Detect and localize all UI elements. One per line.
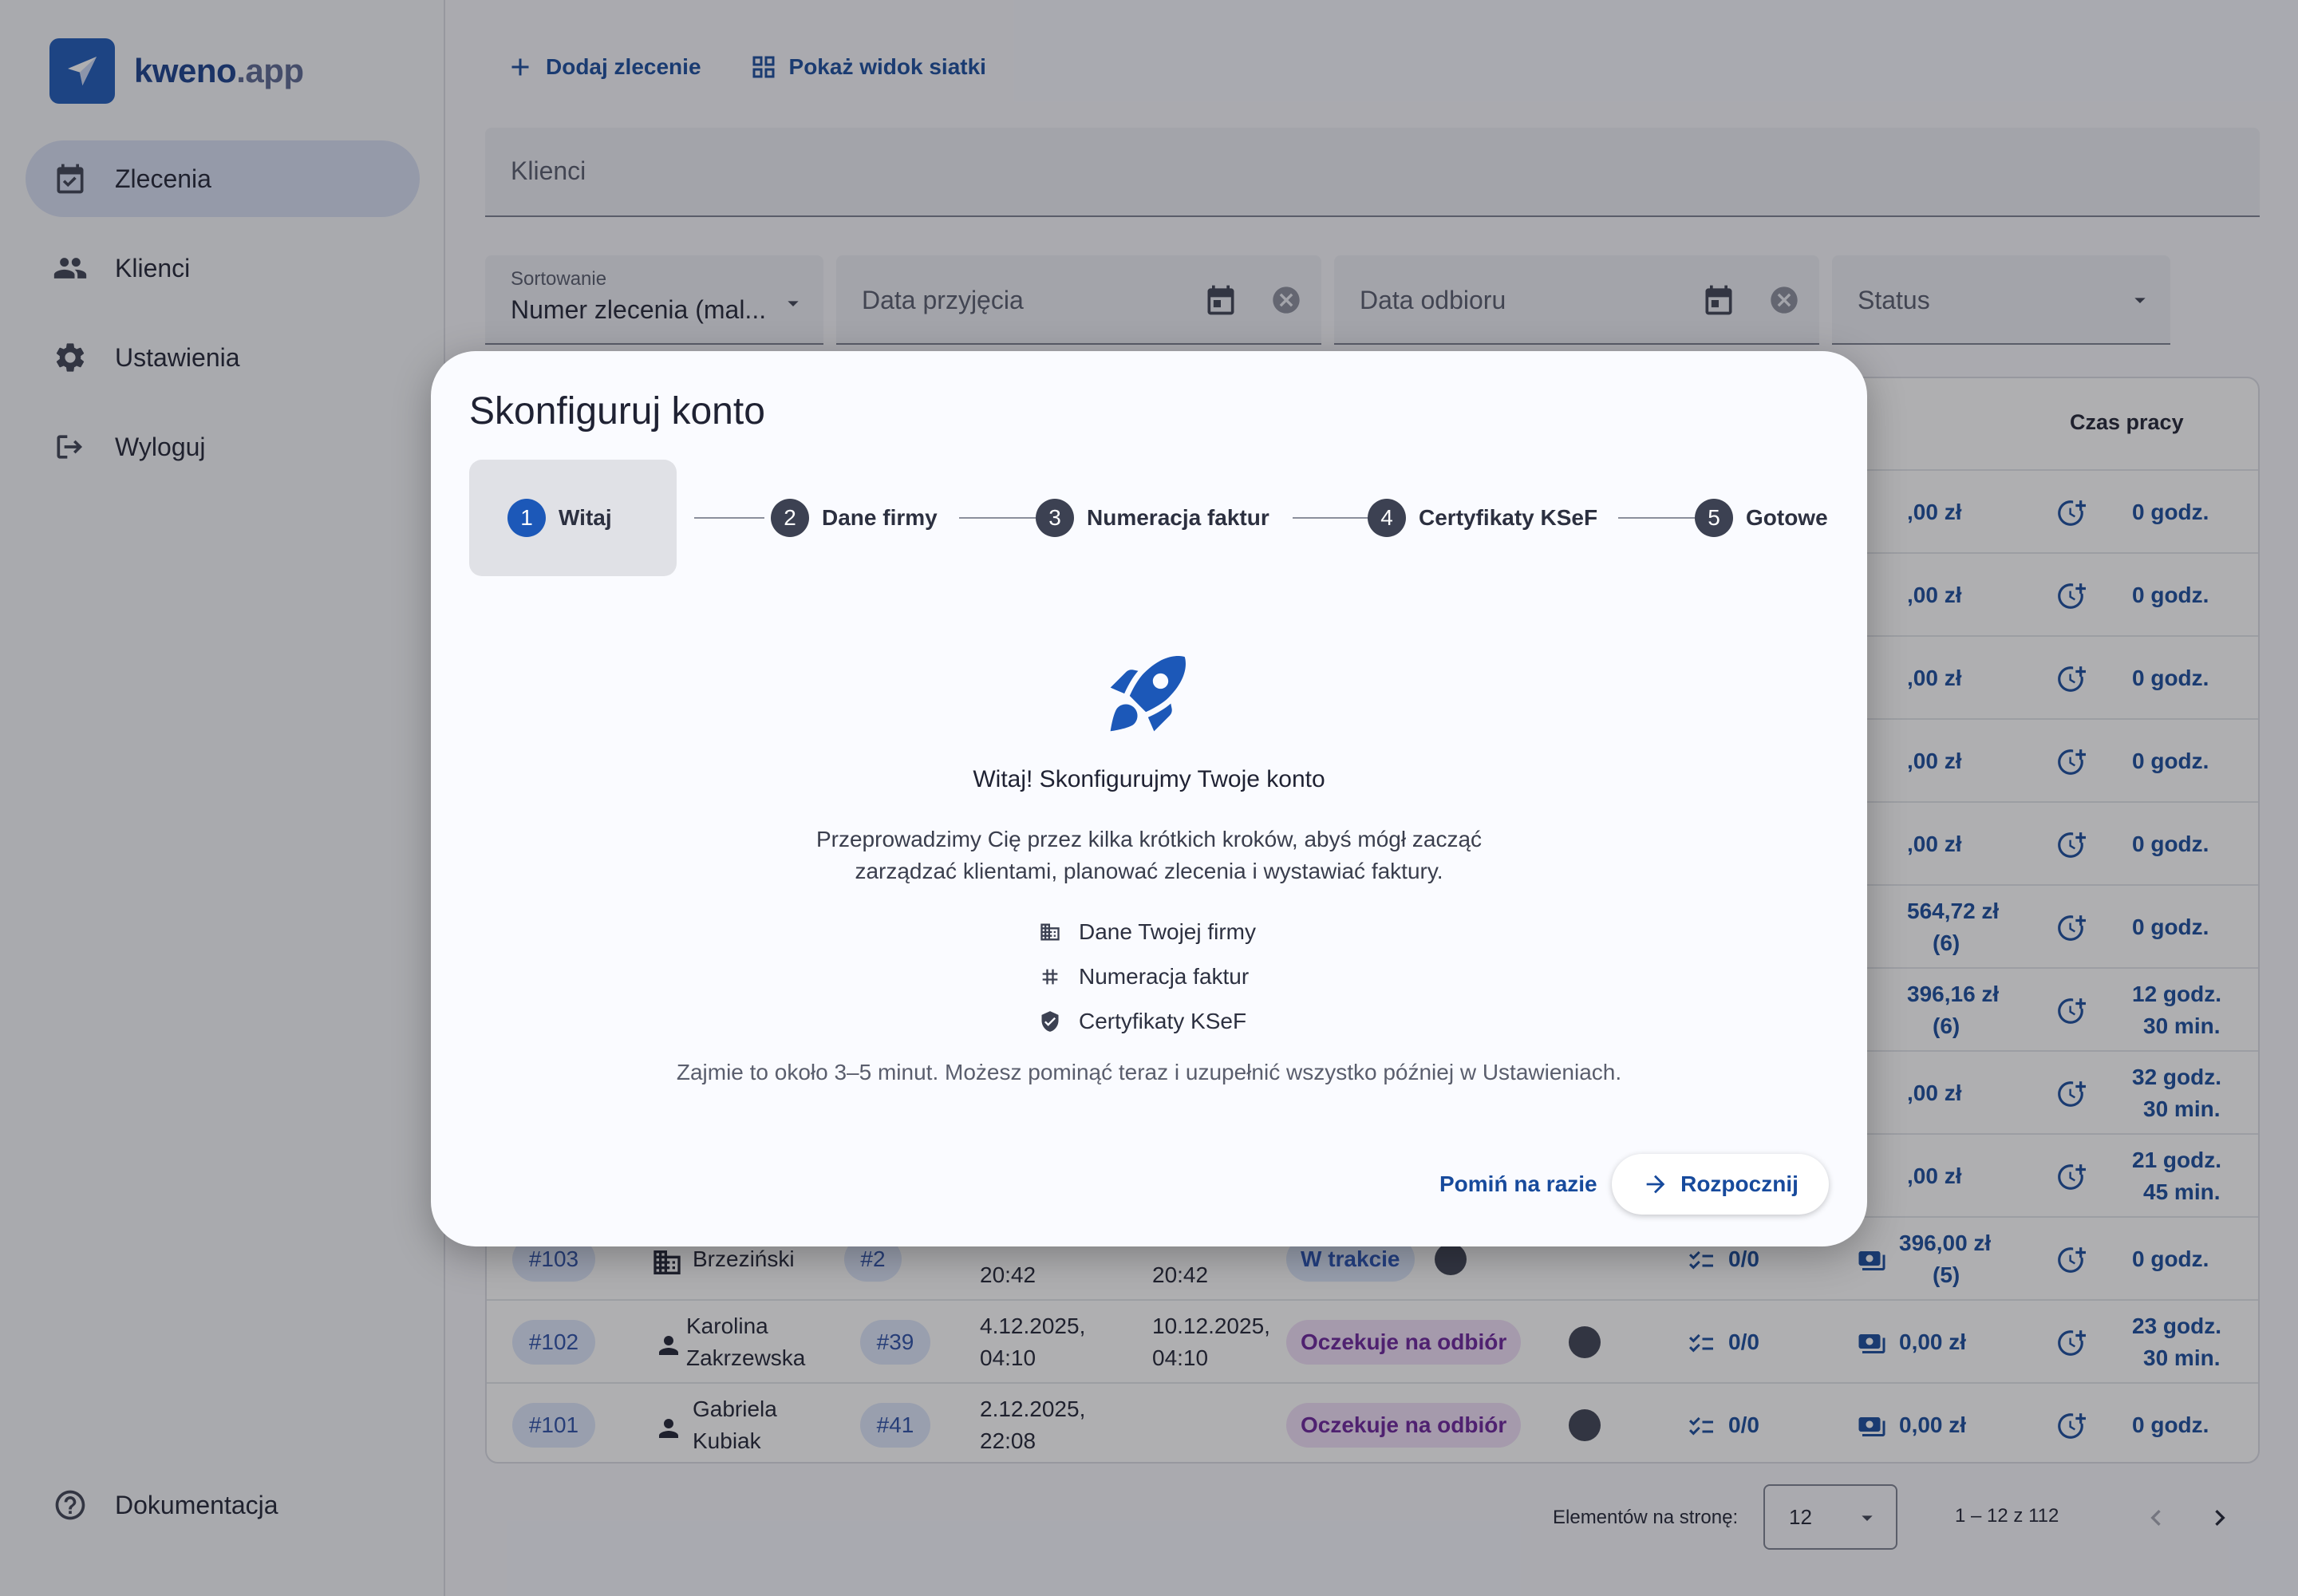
building-icon bbox=[1040, 923, 1060, 941]
step-number: 4 bbox=[1368, 499, 1406, 537]
checklist-label: Certyfikaty KSeF bbox=[1079, 1009, 1247, 1033]
hash-icon bbox=[1042, 969, 1058, 985]
setup-dialog: Skonfiguruj konto 1 Witaj 2 Dane firmy 3… bbox=[431, 351, 1867, 1246]
step-connector bbox=[1293, 517, 1369, 519]
step-connector bbox=[1618, 517, 1695, 519]
step-welcome[interactable]: 1 Witaj bbox=[469, 460, 677, 576]
step-number: 3 bbox=[1036, 499, 1074, 537]
skip-button[interactable]: Pomiń na razie bbox=[1416, 1154, 1621, 1215]
step-ksef-certificates[interactable]: 4 Certyfikaty KSeF bbox=[1368, 460, 1597, 576]
intro-line: zarządzać klientami, planować zlecenia i… bbox=[855, 859, 1443, 883]
intro-line: Przeprowadzimy Cię przez kilka krótkich … bbox=[815, 827, 1483, 851]
checklist-label: Dane Twojej firmy bbox=[1079, 919, 1257, 944]
setup-checklist: Dane Twojej firmy Numeracja faktur Certy… bbox=[1039, 910, 1256, 1044]
start-button[interactable]: Rozpocznij bbox=[1612, 1154, 1829, 1215]
arrow-right-icon bbox=[1646, 1175, 1665, 1194]
intro-text: Przeprowadzimy Cię przez kilka krótkich … bbox=[431, 824, 1867, 887]
checklist-item: Certyfikaty KSeF bbox=[1039, 999, 1256, 1044]
step-number: 5 bbox=[1695, 499, 1733, 537]
step-label: Gotowe bbox=[1746, 505, 1828, 530]
step-company-data[interactable]: 2 Dane firmy bbox=[771, 460, 938, 576]
step-label: Dane firmy bbox=[822, 505, 938, 530]
setup-stepper: 1 Witaj 2 Dane firmy 3 Numeracja faktur … bbox=[469, 460, 1829, 576]
step-connector bbox=[959, 517, 1036, 519]
checklist-label: Numeracja faktur bbox=[1079, 964, 1250, 989]
time-estimate-note: Zajmie to około 3–5 minut. Możesz pominą… bbox=[676, 1060, 1622, 1084]
welcome-heading: Witaj! Skonfigurujmy Twoje konto bbox=[973, 766, 1325, 792]
step-connector bbox=[694, 517, 764, 519]
step-label: Witaj bbox=[559, 505, 612, 530]
step-label: Numeracja faktur bbox=[1087, 505, 1269, 530]
checklist-item: Dane Twojej firmy bbox=[1039, 910, 1256, 954]
shield-check-icon bbox=[1041, 1011, 1059, 1032]
dialog-title: Skonfiguruj konto bbox=[469, 390, 765, 433]
rocket-icon bbox=[1110, 656, 1186, 732]
step-invoice-numbering[interactable]: 3 Numeracja faktur bbox=[1036, 460, 1269, 576]
step-done[interactable]: 5 Gotowe bbox=[1695, 460, 1828, 576]
step-number: 1 bbox=[507, 499, 546, 537]
step-number: 2 bbox=[771, 499, 809, 537]
step-label: Certyfikaty KSeF bbox=[1419, 505, 1598, 530]
checklist-item: Numeracja faktur bbox=[1039, 954, 1256, 999]
